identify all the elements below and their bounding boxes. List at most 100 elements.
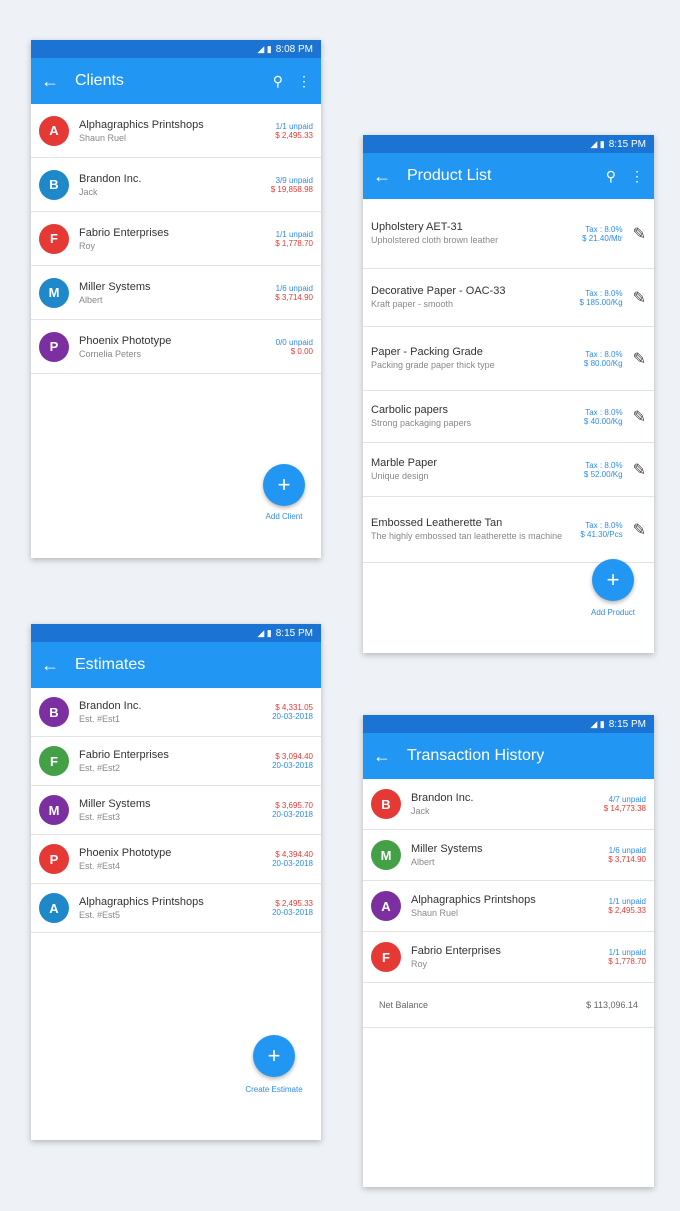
product-row[interactable]: Marble Paper Unique design Tax : 8.0% $ 52… <box>363 443 654 497</box>
back-arrow-icon[interactable]: ← <box>373 746 407 767</box>
estimate-row[interactable]: A Alphagraphics Printshops Est. #Est5 $ 2… <box>31 884 321 933</box>
avatar: M <box>39 277 69 308</box>
back-arrow-icon[interactable]: ← <box>41 655 75 676</box>
unpaid-count: 4/7 unpaid <box>608 795 646 804</box>
unpaid-count: 1/1 unpaid <box>608 897 646 906</box>
avatar: F <box>39 223 69 254</box>
client-row[interactable]: M Miller Systems Albert 1/6 unpaid $ 3,714… <box>31 266 321 320</box>
edit-pencil-icon[interactable]: ✎ <box>633 349 646 369</box>
avatar: F <box>39 746 69 776</box>
more-menu-icon[interactable]: ⋮ <box>297 73 311 90</box>
signal-icon: ◢ ▮ <box>257 627 272 638</box>
product-description: Packing grade paper thick type <box>371 360 495 370</box>
edit-pencil-icon[interactable]: ✎ <box>633 460 646 480</box>
client-name: Brandon Inc. <box>79 700 142 712</box>
client-row[interactable]: B Brandon Inc. Jack 3/9 unpaid $ 19,858.98 <box>31 158 321 212</box>
estimate-row[interactable]: P Phoenix Phototype Est. #Est4 $ 4,394.40… <box>31 835 321 884</box>
client-name: Phoenix Phototype <box>79 334 172 347</box>
client-row[interactable]: P Phoenix Phototype Cornelia Peters 0/0 u… <box>31 320 321 374</box>
product-name: Decorative Paper - OAC-33 <box>371 285 506 297</box>
estimate-row[interactable]: M Miller Systems Est. #Est3 $ 3,695.70 20-… <box>31 786 321 835</box>
estimate-row[interactable]: F Fabrio Enterprises Est. #Est2 $ 3,094.4… <box>31 737 321 786</box>
client-row[interactable]: F Fabrio Enterprises Roy 1/1 unpaid $ 1,77… <box>31 212 321 266</box>
client-contact: Jack <box>411 806 430 816</box>
amount-due: $ 3,714.90 <box>275 292 313 302</box>
product-row[interactable]: Upholstery AET-31 Upholstered cloth brown… <box>363 199 654 269</box>
estimate-number: Est. #Est2 <box>79 763 121 773</box>
signal-icon: ◢ ▮ <box>590 718 605 729</box>
status-time: 8:15 PM <box>608 138 646 150</box>
client-list: A Alphagraphics Printshops Shaun Ruel 1/1… <box>31 104 321 374</box>
product-name: Embossed Leatherette Tan <box>371 517 503 529</box>
client-name: Miller Systems <box>411 843 483 855</box>
estimate-number: Est. #Est3 <box>79 812 121 822</box>
estimate-amount: $ 4,394.40 <box>275 850 313 859</box>
back-arrow-icon[interactable]: ← <box>373 166 407 187</box>
transaction-row[interactable]: B Brandon Inc. Jack 4/7 unpaid $ 14,773.38 <box>363 779 654 830</box>
add-product-label: Add Product <box>590 608 636 617</box>
create-estimate-button[interactable]: + <box>253 1035 295 1077</box>
net-balance-label: Net Balance <box>379 1000 429 1010</box>
add-client-button[interactable]: + <box>263 464 305 506</box>
product-name: Paper - Packing Grade <box>371 346 483 358</box>
estimate-number: Est. #Est1 <box>79 714 121 724</box>
edit-pencil-icon[interactable]: ✎ <box>633 407 646 427</box>
estimates-screen: ◢ ▮ 8:15 PM ← Estimates B Brandon Inc. Es… <box>31 624 321 1140</box>
product-price: $ 41.30/Pcs <box>580 529 623 539</box>
amount-due: $ 3,714.90 <box>608 855 646 864</box>
back-arrow-icon[interactable]: ← <box>41 71 75 92</box>
estimate-number: Est. #Est4 <box>79 861 121 871</box>
client-row[interactable]: A Alphagraphics Printshops Shaun Ruel 1/1… <box>31 104 321 158</box>
unpaid-count: 0/0 unpaid <box>275 337 313 347</box>
add-product-button[interactable]: + <box>592 559 634 601</box>
app-bar: ← Clients ⚲ ⋮ <box>31 58 321 104</box>
plus-icon: + <box>267 1043 281 1068</box>
avatar: B <box>39 169 69 200</box>
client-name: Miller Systems <box>79 280 151 293</box>
product-row[interactable]: Paper - Packing Grade Packing grade paper… <box>363 327 654 391</box>
status-bar: ◢ ▮ 8:08 PM <box>31 40 321 58</box>
transaction-row[interactable]: M Miller Systems Albert 1/6 unpaid $ 3,714… <box>363 830 654 881</box>
estimate-number: Est. #Est5 <box>79 910 121 920</box>
client-contact: Albert <box>411 857 435 867</box>
product-name: Upholstery AET-31 <box>371 221 463 233</box>
clients-screen: ◢ ▮ 8:08 PM ← Clients ⚲ ⋮ A Alphagraphic… <box>31 40 321 558</box>
client-name: Brandon Inc. <box>411 792 474 804</box>
transaction-row[interactable]: A Alphagraphics Printshops Shaun Ruel 1/1… <box>363 881 654 932</box>
estimate-date: 20-03-2018 <box>272 712 313 721</box>
product-tax: Tax : 8.0% <box>585 349 623 359</box>
product-list: Upholstery AET-31 Upholstered cloth brown… <box>363 199 654 563</box>
client-name: Alphagraphics Printshops <box>79 118 204 131</box>
app-bar: ← Product List ⚲ ⋮ <box>363 153 654 199</box>
unpaid-count: 3/9 unpaid <box>275 175 313 185</box>
product-name: Marble Paper <box>371 457 438 469</box>
avatar: M <box>371 840 401 870</box>
more-menu-icon[interactable]: ⋮ <box>630 168 644 185</box>
product-tax: Tax : 8.0% <box>585 407 623 417</box>
edit-pencil-icon[interactable]: ✎ <box>633 520 646 540</box>
estimate-amount: $ 3,094.40 <box>275 752 313 761</box>
search-icon[interactable]: ⚲ <box>606 168 616 185</box>
avatar: A <box>39 893 69 923</box>
status-bar: ◢ ▮ 8:15 PM <box>363 135 654 153</box>
product-row[interactable]: Embossed Leatherette Tan The highly embos… <box>363 497 654 563</box>
avatar: M <box>39 795 69 825</box>
search-icon[interactable]: ⚲ <box>273 73 283 90</box>
unpaid-count: 1/1 unpaid <box>275 229 313 239</box>
estimate-row[interactable]: B Brandon Inc. Est. #Est1 $ 4,331.05 20-03… <box>31 688 321 737</box>
transaction-row[interactable]: F Fabrio Enterprises Roy 1/1 unpaid $ 1,77… <box>363 932 654 983</box>
estimate-amount: $ 3,695.70 <box>275 801 313 810</box>
product-row[interactable]: Decorative Paper - OAC-33 Kraft paper - s… <box>363 269 654 327</box>
estimate-date: 20-03-2018 <box>272 859 313 868</box>
edit-pencil-icon[interactable]: ✎ <box>633 224 646 244</box>
product-tax: Tax : 8.0% <box>585 224 623 234</box>
avatar: P <box>39 844 69 874</box>
edit-pencil-icon[interactable]: ✎ <box>633 288 646 308</box>
signal-icon: ◢ ▮ <box>590 138 605 149</box>
product-row[interactable]: Carbolic papers Strong packaging papers T… <box>363 391 654 443</box>
unpaid-count: 1/6 unpaid <box>275 283 313 293</box>
status-bar: ◢ ▮ 8:15 PM <box>363 715 654 733</box>
page-title: Transaction History <box>407 747 545 764</box>
product-list-screen: ◢ ▮ 8:15 PM ← Product List ⚲ ⋮ Upholster… <box>363 135 654 653</box>
page-title: Estimates <box>75 656 146 673</box>
